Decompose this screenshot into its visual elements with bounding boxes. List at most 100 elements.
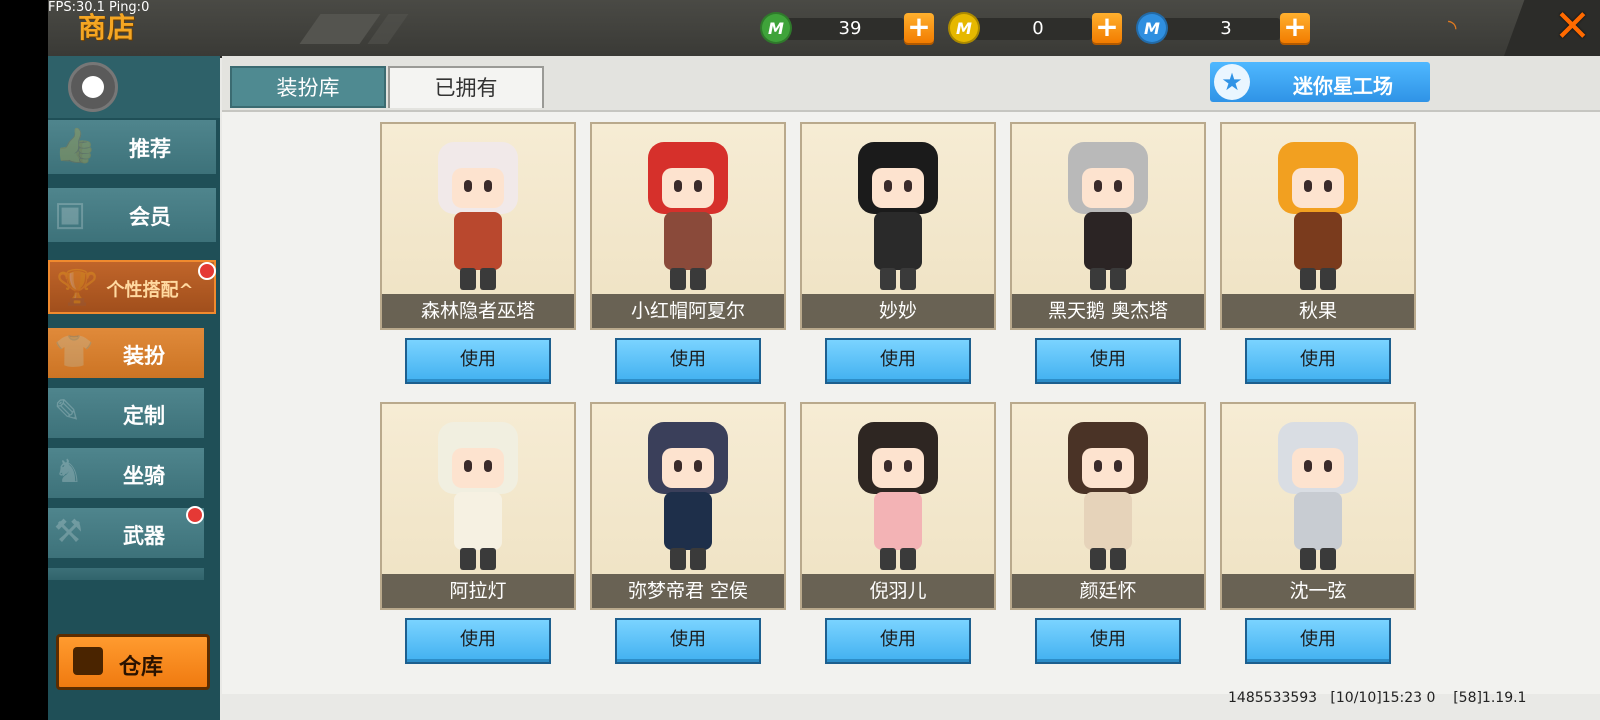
sidebar-item-weapon[interactable]: ⚒ 武器 bbox=[48, 506, 204, 558]
character-eye bbox=[484, 180, 492, 192]
gold-coin-icon: M bbox=[948, 12, 980, 44]
sidebar-item-label: 会员 bbox=[129, 205, 171, 229]
skin-name: 森林隐者巫塔 bbox=[382, 294, 574, 328]
skin-card[interactable]: 森林隐者巫塔 bbox=[380, 122, 576, 330]
skin-name: 小红帽阿夏尔 bbox=[592, 294, 784, 328]
character-eye bbox=[484, 460, 492, 472]
use-button[interactable]: 使用 bbox=[615, 338, 761, 384]
sidebar-item-label: 武器 bbox=[123, 524, 165, 548]
tab-wardrobe[interactable]: 装扮库 bbox=[230, 66, 386, 108]
character-figure bbox=[1060, 422, 1156, 572]
tab-bar: 装扮库 已拥有 ★ 迷你星工场 bbox=[222, 56, 1600, 112]
character-figure bbox=[430, 142, 526, 292]
character-leg bbox=[1090, 268, 1106, 290]
skin-name: 秋果 bbox=[1222, 294, 1414, 328]
character-eye bbox=[1114, 460, 1122, 472]
add-currency-button[interactable]: + bbox=[904, 13, 934, 43]
notification-badge bbox=[198, 262, 216, 280]
header-decoration bbox=[299, 14, 381, 44]
mini-workshop-button[interactable]: ★ 迷你星工场 bbox=[1210, 62, 1430, 102]
skin-name: 黑天鹅 奥杰塔 bbox=[1012, 294, 1204, 328]
build-info: 1485533593 [10/10]15:23 0 [58]1.19.1 bbox=[1228, 690, 1527, 706]
avatar[interactable] bbox=[68, 62, 118, 112]
star-icon: ★ bbox=[1214, 64, 1250, 100]
add-currency-button[interactable]: + bbox=[1092, 13, 1122, 43]
skin-card[interactable]: 颜廷怀 bbox=[1010, 402, 1206, 610]
skin-name: 阿拉灯 bbox=[382, 574, 574, 608]
use-button[interactable]: 使用 bbox=[825, 338, 971, 384]
character-outfit bbox=[1084, 492, 1132, 550]
sidebar-item-label: 个性搭配^ bbox=[106, 280, 194, 301]
use-button[interactable]: 使用 bbox=[825, 618, 971, 664]
sidebar-item-mount[interactable]: ♞ 坐骑 bbox=[48, 448, 204, 498]
character-eye bbox=[1304, 180, 1312, 192]
character-outfit bbox=[1084, 212, 1132, 270]
character-eye bbox=[694, 460, 702, 472]
currency-value: 39 bbox=[838, 18, 862, 39]
character-face bbox=[1082, 168, 1134, 208]
sidebar-item-style[interactable]: 🏆 个性搭配^ bbox=[48, 260, 216, 314]
skin-card[interactable]: 阿拉灯 bbox=[380, 402, 576, 610]
character-eye bbox=[674, 180, 682, 192]
character-leg bbox=[880, 268, 896, 290]
use-button[interactable]: 使用 bbox=[1035, 618, 1181, 664]
character-eye bbox=[1324, 180, 1332, 192]
character-leg bbox=[690, 548, 706, 570]
top-bar: FPS:30.1 Ping:0 商店 M 39 + M 0 + M 3 + ◝ … bbox=[48, 0, 1600, 58]
character-leg bbox=[670, 548, 686, 570]
skin-card[interactable]: 倪羽儿 bbox=[800, 402, 996, 610]
currency-value: 3 bbox=[1220, 18, 1232, 39]
character-leg bbox=[900, 548, 916, 570]
skin-card[interactable]: 秋果 bbox=[1220, 122, 1416, 330]
warehouse-label: 仓库 bbox=[119, 655, 164, 680]
warehouse-button[interactable]: 仓库 bbox=[56, 634, 210, 690]
character-leg bbox=[1320, 548, 1336, 570]
sidebar-header bbox=[48, 56, 220, 118]
sidebar-item-dressup[interactable]: 👕 装扮 bbox=[48, 328, 204, 378]
character-eye bbox=[904, 180, 912, 192]
character-face bbox=[662, 448, 714, 488]
character-eye bbox=[674, 460, 682, 472]
skin-card[interactable]: 黑天鹅 奥杰塔 bbox=[1010, 122, 1206, 330]
skin-card[interactable]: 妙妙 bbox=[800, 122, 996, 330]
skin-card[interactable]: 小红帽阿夏尔 bbox=[590, 122, 786, 330]
character-leg bbox=[1300, 268, 1316, 290]
character-outfit bbox=[664, 492, 712, 550]
workshop-label: 迷你星工场 bbox=[1293, 74, 1393, 98]
sidebar-item-recommend[interactable]: 👍 推荐 bbox=[48, 120, 216, 174]
character-face bbox=[1082, 448, 1134, 488]
character-leg bbox=[900, 268, 916, 290]
character-eye bbox=[904, 460, 912, 472]
character-outfit bbox=[454, 492, 502, 550]
character-leg bbox=[690, 268, 706, 290]
character-eye bbox=[464, 460, 472, 472]
close-icon[interactable]: ✕ bbox=[1554, 2, 1591, 52]
sidebar-item-label: 坐骑 bbox=[123, 464, 165, 488]
character-figure bbox=[640, 142, 736, 292]
character-figure bbox=[850, 422, 946, 572]
sidebar-item-member[interactable]: ▣ 会员 bbox=[48, 188, 216, 242]
use-button[interactable]: 使用 bbox=[405, 338, 551, 384]
page-title: 商店 bbox=[78, 11, 137, 44]
use-button[interactable]: 使用 bbox=[1245, 618, 1391, 664]
character-leg bbox=[1110, 548, 1126, 570]
sidebar-item-custom[interactable]: ✎ 定制 bbox=[48, 388, 204, 438]
tab-owned[interactable]: 已拥有 bbox=[388, 66, 544, 108]
use-button[interactable]: 使用 bbox=[1035, 338, 1181, 384]
use-button[interactable]: 使用 bbox=[405, 618, 551, 664]
character-outfit bbox=[1294, 212, 1342, 270]
skin-card[interactable]: 弥梦帝君 空侯 bbox=[590, 402, 786, 610]
use-button[interactable]: 使用 bbox=[615, 618, 761, 664]
sidebar-item-label: 推荐 bbox=[129, 137, 171, 161]
skin-name: 颜廷怀 bbox=[1012, 574, 1204, 608]
skin-card[interactable]: 沈一弦 bbox=[1220, 402, 1416, 610]
character-leg bbox=[460, 548, 476, 570]
character-leg bbox=[480, 548, 496, 570]
use-button[interactable]: 使用 bbox=[1245, 338, 1391, 384]
game-screen: FPS:30.1 Ping:0 商店 M 39 + M 0 + M 3 + ◝ … bbox=[48, 0, 1600, 720]
character-leg bbox=[880, 548, 896, 570]
green-gem-icon: M bbox=[760, 12, 792, 44]
chest-icon bbox=[73, 647, 103, 675]
character-figure bbox=[850, 142, 946, 292]
add-currency-button[interactable]: + bbox=[1280, 13, 1310, 43]
